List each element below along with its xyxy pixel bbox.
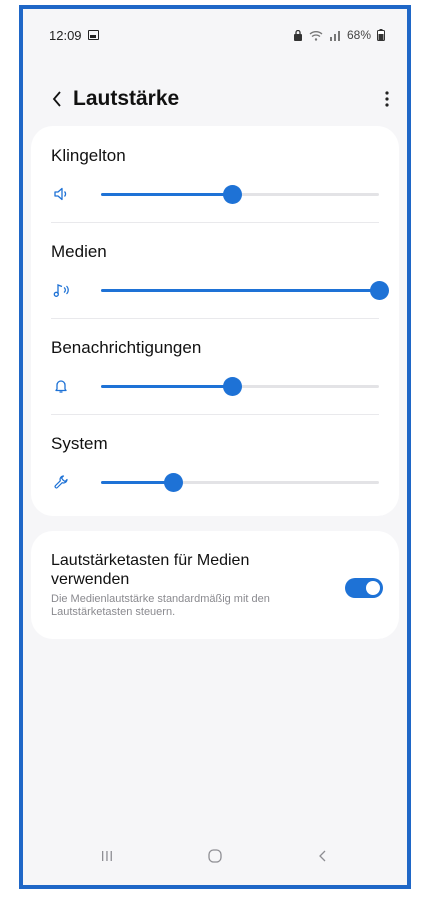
slider-fill [101, 481, 174, 484]
media-keys-title: Lautstärketasten für Medien verwenden [51, 552, 250, 588]
music-note-icon[interactable] [51, 280, 71, 300]
back-button[interactable] [23, 79, 69, 119]
volume-slider-system[interactable] [101, 473, 379, 492]
image-icon [87, 30, 99, 40]
status-left: 12:09 [49, 28, 99, 43]
volume-card: Klingelton Medien Benachrichtigungen Sys… [31, 126, 399, 516]
volume-slider-ringtone[interactable] [101, 185, 379, 204]
volume-row-ringtone: Klingelton [31, 126, 399, 222]
battery-icon [377, 29, 385, 41]
page-title: Lautstärke [73, 87, 180, 110]
wrench-icon[interactable] [51, 472, 71, 492]
media-keys-description: Die Medienlautstärke standardmäßig mit d… [51, 593, 270, 618]
slider-fill [101, 193, 232, 196]
slider-fill [101, 289, 379, 292]
battery-percent: 68% [346, 28, 371, 42]
phone-screen: 12:09 68% Lautstärke Klingelton Medien B… [19, 5, 411, 889]
volume-row-system: System [31, 414, 399, 510]
nav-back-button[interactable] [303, 836, 343, 876]
status-bar: 12:09 68% [23, 9, 407, 61]
volume-label-media: Medien [51, 242, 107, 261]
media-keys-card[interactable]: Lautstärketasten für Medien verwenden Di… [31, 531, 399, 639]
slider-thumb[interactable] [222, 185, 242, 204]
wifi-icon [309, 30, 323, 41]
chevron-left-icon [52, 91, 61, 107]
media-keys-switch[interactable] [345, 578, 383, 598]
switch-knob [366, 581, 380, 595]
slider-fill [101, 385, 232, 388]
status-time: 12:09 [49, 27, 82, 43]
volume-row-media: Medien [31, 222, 399, 318]
more-options-button[interactable] [375, 79, 399, 119]
back-icon [319, 850, 326, 862]
volume-label-ringtone: Klingelton [51, 146, 126, 165]
signal-icon [329, 30, 340, 41]
slider-thumb[interactable] [370, 281, 389, 300]
recent-apps-button[interactable] [87, 836, 127, 876]
volume-label-system: System [51, 434, 108, 453]
volume-slider-media[interactable] [101, 281, 389, 300]
speaker-icon[interactable] [51, 184, 71, 204]
status-right: 68% [293, 28, 385, 42]
bell-icon[interactable] [51, 376, 71, 396]
recent-apps-icon [102, 851, 112, 861]
navigation-bar [23, 827, 407, 885]
slider-thumb[interactable] [222, 377, 242, 396]
home-button[interactable] [195, 836, 235, 876]
app-bar: Lautstärke [23, 79, 407, 119]
slider-thumb[interactable] [164, 473, 184, 492]
lock-icon [293, 29, 302, 41]
more-vertical-icon [385, 91, 389, 107]
volume-row-notifications: Benachrichtigungen [31, 318, 399, 414]
volume-slider-notifications[interactable] [101, 377, 379, 396]
home-icon [208, 849, 222, 863]
volume-label-notifications: Benachrichtigungen [51, 338, 202, 357]
